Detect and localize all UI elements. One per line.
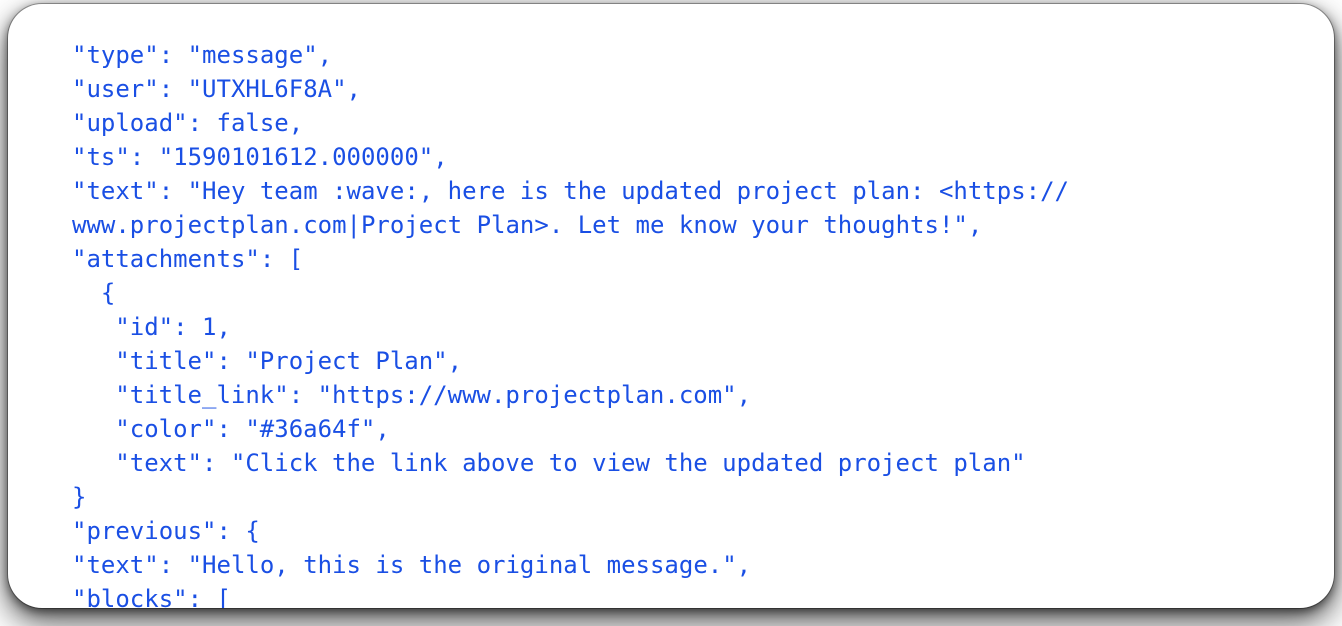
code-line: "attachments": [ bbox=[72, 245, 304, 273]
code-line: "upload": false, bbox=[72, 109, 304, 137]
json-code-card: "type": "message", "user": "UTXHL6F8A", … bbox=[8, 4, 1334, 608]
code-block: "type": "message", "user": "UTXHL6F8A", … bbox=[72, 38, 1310, 608]
screenshot-stage: "type": "message", "user": "UTXHL6F8A", … bbox=[0, 0, 1342, 626]
code-line: "id": 1, bbox=[115, 313, 231, 341]
code-line: "text": "Hello, this is the original mes… bbox=[72, 551, 752, 579]
code-line: "type": "message", bbox=[72, 41, 333, 69]
code-line: "color": "#36a64f", bbox=[115, 415, 390, 443]
code-line: "user": "UTXHL6F8A", bbox=[72, 75, 361, 103]
code-line: "title": "Project Plan", bbox=[115, 347, 463, 375]
code-line: "ts": "1590101612.000000", bbox=[72, 143, 448, 171]
code-line: "text": "Click the link above to view th… bbox=[115, 449, 1026, 477]
code-line: "blocks": [ bbox=[72, 585, 231, 608]
code-line: www.projectplan.com|Project Plan>. Let m… bbox=[72, 211, 983, 239]
code-line: "previous": { bbox=[72, 517, 260, 545]
code-line: { bbox=[100, 279, 116, 307]
code-line: } bbox=[72, 483, 87, 511]
code-line: "text": "Hey team :wave:, here is the up… bbox=[72, 177, 1069, 205]
code-line: "title_link": "https://www.projectplan.c… bbox=[115, 381, 752, 409]
